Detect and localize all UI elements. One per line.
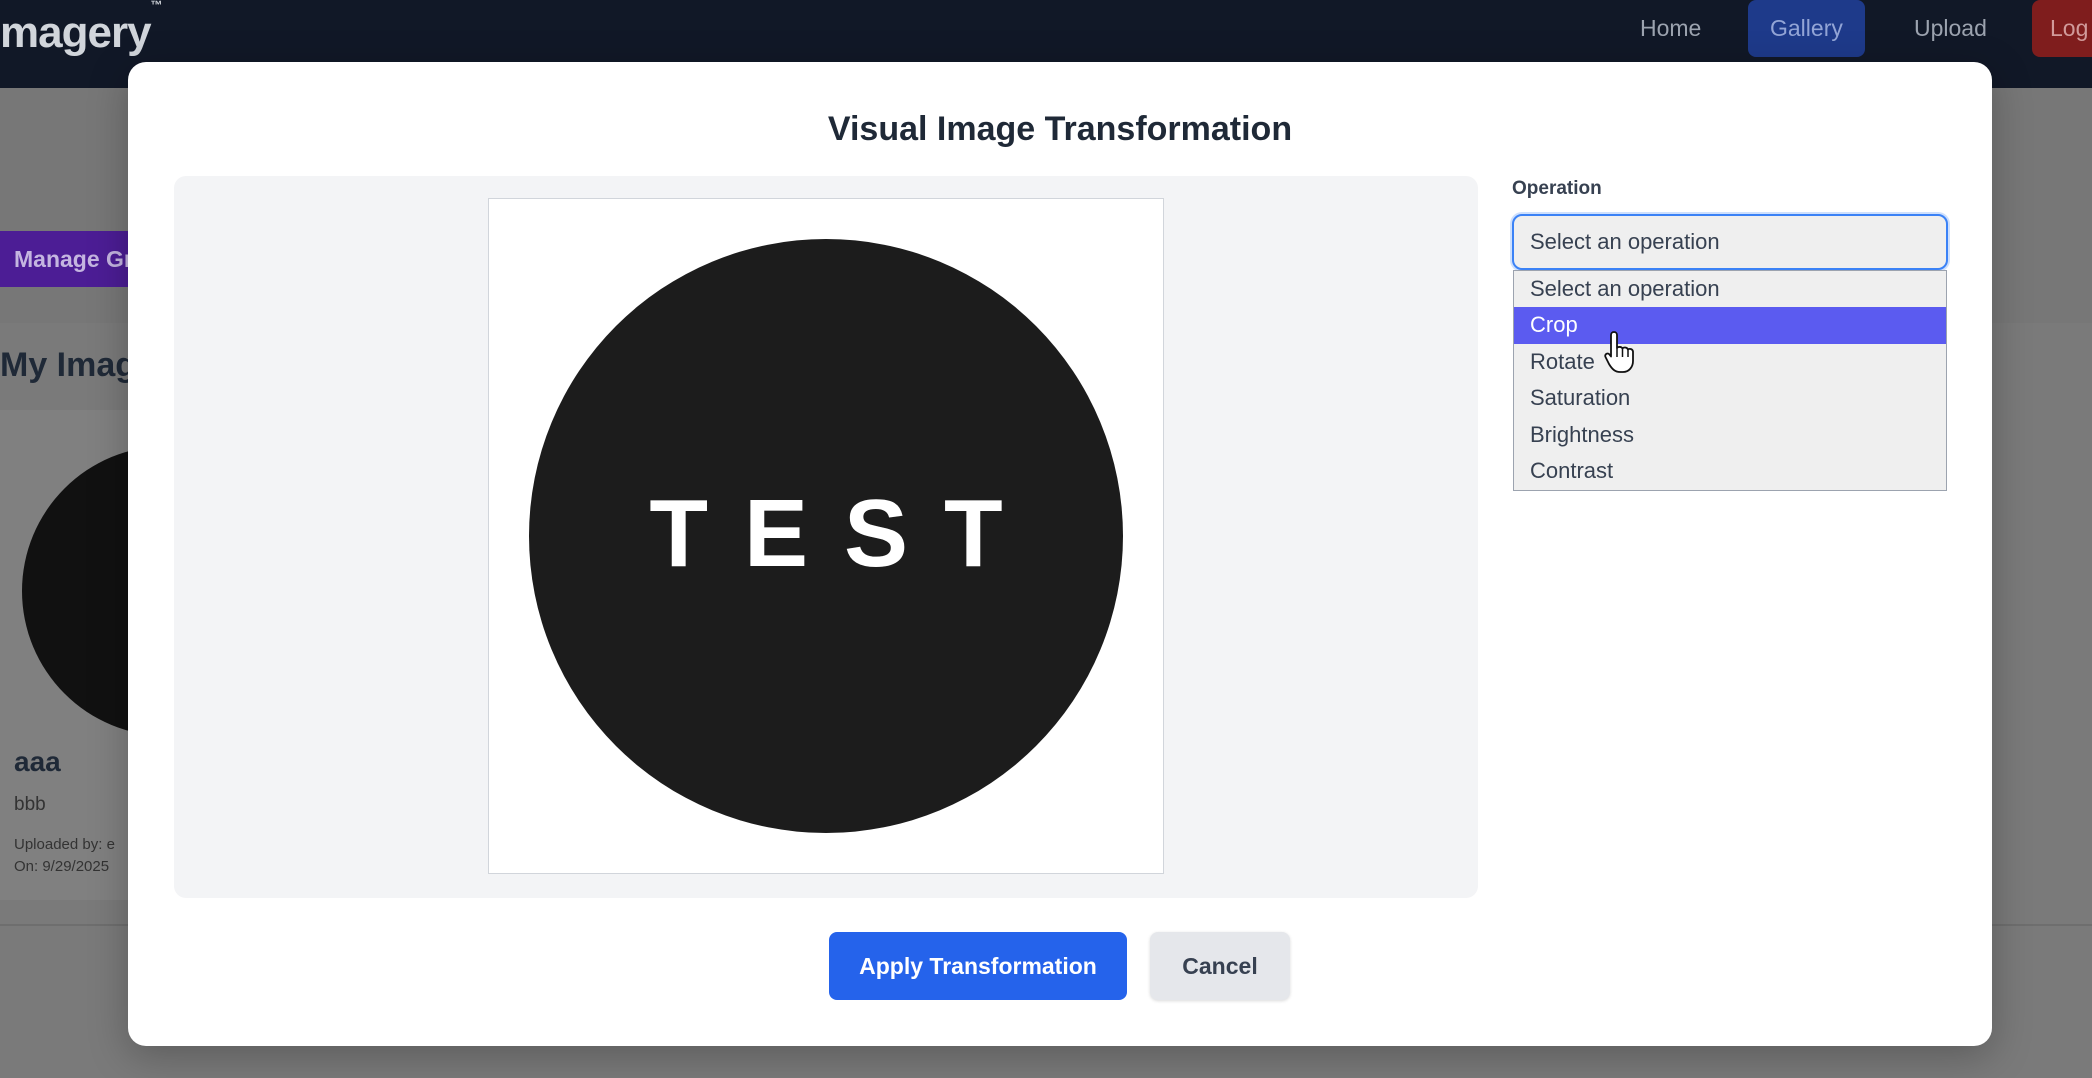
card-description: bbb bbox=[14, 794, 46, 815]
option-brightness[interactable]: Brightness bbox=[1514, 417, 1946, 453]
card-uploaded-by: Uploaded by: e bbox=[14, 836, 115, 853]
brand-logo[interactable]: magery™ bbox=[0, 0, 163, 58]
preview-image-text: TEST bbox=[649, 480, 1039, 587]
cancel-button[interactable]: Cancel bbox=[1150, 932, 1290, 1000]
preview-panel: TEST bbox=[174, 176, 1478, 898]
card-uploaded-on: On: 9/29/2025 bbox=[14, 858, 110, 875]
my-images-heading: My Imag bbox=[0, 346, 137, 384]
operation-select[interactable]: Select an operation bbox=[1512, 214, 1948, 270]
brand-trademark: ™ bbox=[150, 0, 163, 13]
option-contrast[interactable]: Contrast bbox=[1514, 453, 1946, 489]
nav-upload[interactable]: Upload bbox=[1892, 0, 2009, 57]
option-rotate[interactable]: Rotate bbox=[1514, 344, 1946, 380]
card-meta: Uploaded by: e On: 9/29/2025 bbox=[14, 834, 115, 878]
option-saturation[interactable]: Saturation bbox=[1514, 380, 1946, 416]
operation-options-list: Select an operation Crop Rotate Saturati… bbox=[1513, 270, 1947, 491]
hand-cursor-icon bbox=[1604, 331, 1634, 373]
option-crop[interactable]: Crop bbox=[1514, 307, 1946, 344]
transform-modal: Visual Image Transformation TEST Operati… bbox=[128, 62, 1992, 1046]
image-preview: TEST bbox=[488, 198, 1164, 874]
nav-logout[interactable]: Log bbox=[2032, 0, 2092, 57]
modal-title: Visual Image Transformation bbox=[827, 110, 1293, 148]
nav-home[interactable]: Home bbox=[1618, 0, 1723, 57]
brand-name: magery bbox=[0, 8, 152, 57]
card-title: aaa bbox=[14, 746, 61, 777]
option-select-an-operation[interactable]: Select an operation bbox=[1514, 271, 1946, 307]
preview-image-circle: TEST bbox=[529, 239, 1123, 833]
operation-label: Operation bbox=[1512, 178, 1602, 199]
apply-transformation-button[interactable]: Apply Transformation bbox=[829, 932, 1127, 1000]
nav-gallery[interactable]: Gallery bbox=[1748, 0, 1865, 57]
